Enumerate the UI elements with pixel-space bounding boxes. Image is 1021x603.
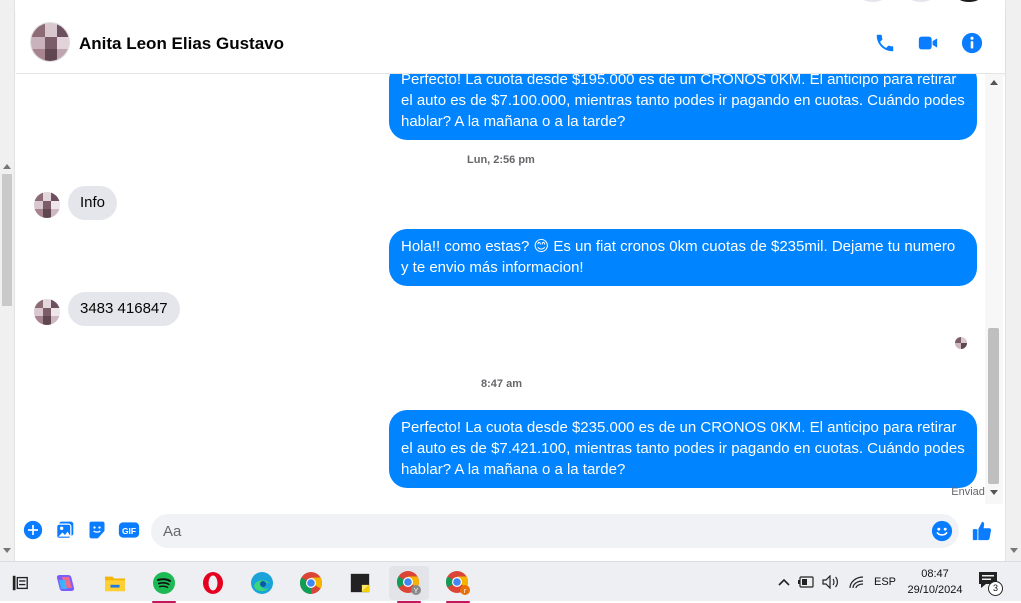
taskbar-clock[interactable]: 08:47 29/10/2024 <box>900 566 970 598</box>
outgoing-message[interactable]: Perfecto! La cuota desde $235.000 es de … <box>389 410 977 488</box>
clock-date: 29/10/2024 <box>907 584 963 596</box>
thread-scroll-thumb[interactable] <box>988 328 999 484</box>
top-dot <box>908 0 934 2</box>
spotify-icon[interactable] <box>144 566 184 603</box>
task-view-icon[interactable] <box>0 566 40 600</box>
notification-count-badge: 3 <box>988 581 1003 596</box>
file-explorer-icon[interactable] <box>95 566 135 600</box>
notification-center-icon[interactable]: 3 <box>978 571 1004 596</box>
svg-text:Y: Y <box>414 588 419 595</box>
wifi-icon[interactable] <box>848 574 866 590</box>
message-thread[interactable]: Perfecto! La cuota desde $195.000 es de … <box>16 74 985 504</box>
info-icon[interactable] <box>959 30 985 56</box>
contact-name[interactable]: Anita Leon Elias Gustavo <box>79 34 284 54</box>
scroll-up-arrow-icon[interactable] <box>3 164 11 169</box>
chevron-up-icon[interactable] <box>776 574 792 590</box>
chat-header: Anita Leon Elias Gustavo <box>16 10 1005 74</box>
page-scroll-down-arrow-icon[interactable] <box>1010 548 1018 553</box>
seen-indicator-avatar <box>955 337 967 349</box>
message-text: 3483 416847 <box>80 300 168 317</box>
top-dot <box>860 0 886 2</box>
top-dot <box>956 0 982 2</box>
message-composer: GIF <box>16 504 1005 561</box>
outgoing-message[interactable]: Perfecto! La cuota desde $195.000 es de … <box>389 74 977 140</box>
gif-icon[interactable]: GIF <box>118 519 140 541</box>
chrome-profile-y-icon[interactable]: Y <box>389 566 429 603</box>
left-scroll-thumb[interactable] <box>2 174 12 306</box>
add-icon[interactable] <box>22 519 44 541</box>
volume-icon[interactable] <box>822 574 840 590</box>
chrome-profile-r-icon[interactable]: r <box>438 566 478 603</box>
message-text: Perfecto! La cuota desde $195.000 es de … <box>401 74 965 130</box>
contact-avatar-small[interactable] <box>34 299 60 325</box>
top-toolbar-partial <box>860 0 982 4</box>
sticky-notes-icon[interactable] <box>340 566 380 600</box>
thread-scroll-down-icon[interactable] <box>990 490 998 495</box>
language-indicator[interactable]: ESP <box>874 576 896 588</box>
photo-icon[interactable] <box>54 519 76 541</box>
message-text: Info <box>80 194 106 211</box>
incoming-message[interactable]: 3483 416847 <box>68 292 180 326</box>
windows-taskbar: Y r ESP 08:47 29/10/2024 3 <box>0 561 1021 603</box>
timestamp: Lun, 2:56 pm <box>467 154 535 166</box>
opera-icon[interactable] <box>193 566 233 600</box>
copilot-icon[interactable] <box>46 566 86 600</box>
incoming-message[interactable]: Info <box>68 186 118 220</box>
page-scrollbar[interactable] <box>1005 0 1021 561</box>
timestamp: 8:47 am <box>481 378 522 390</box>
video-call-icon[interactable] <box>915 30 941 56</box>
thread-scroll-up-icon[interactable] <box>990 80 998 85</box>
message-input[interactable] <box>163 514 923 548</box>
gif-label: GIF <box>122 526 136 536</box>
phone-icon[interactable] <box>872 30 898 56</box>
like-icon[interactable] <box>970 519 994 543</box>
scroll-down-arrow-icon[interactable] <box>3 548 11 553</box>
emoji-icon[interactable] <box>931 520 953 542</box>
message-input-box[interactable] <box>151 514 959 548</box>
contact-avatar-small[interactable] <box>34 192 60 218</box>
outgoing-message[interactable]: Hola!! como estas? 😊 Es un fiat cronos 0… <box>389 229 977 286</box>
left-scrollbar[interactable] <box>0 0 15 561</box>
edge-icon[interactable] <box>242 566 282 600</box>
chrome-icon[interactable] <box>291 566 331 600</box>
message-text: Hola!! como estas? 😊 Es un fiat cronos 0… <box>401 238 956 276</box>
sticker-icon[interactable] <box>86 519 108 541</box>
contact-avatar[interactable] <box>30 22 70 62</box>
battery-icon[interactable] <box>798 574 816 590</box>
message-text: Perfecto! La cuota desde $235.000 es de … <box>401 419 965 478</box>
clock-time: 08:47 <box>921 568 949 580</box>
system-tray: ESP <box>776 562 896 602</box>
thread-scrollbar[interactable] <box>985 74 1003 504</box>
